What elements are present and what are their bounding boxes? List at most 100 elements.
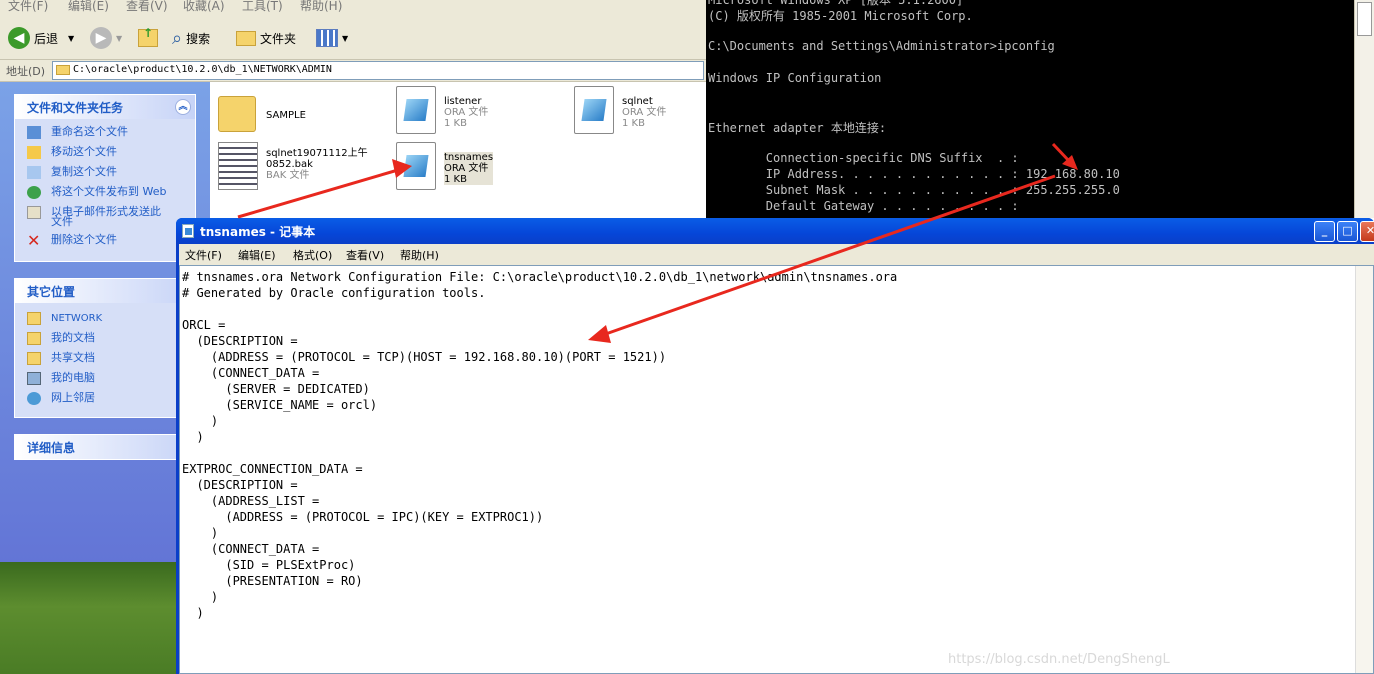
explorer-toolbar: ◀ 后退 ▼ ▶ ▼ ↑ ⌕ 搜索 文件夹 ▼ — [0, 14, 706, 60]
scrollbar-thumb[interactable] — [1357, 2, 1372, 36]
file-size: 1 KB — [444, 118, 467, 129]
place-my-computer[interactable]: 我的电脑 — [15, 369, 195, 389]
details-panel: 详细信息 — [14, 434, 196, 460]
chevron-down-icon[interactable]: ▼ — [68, 34, 74, 43]
other-places-header[interactable]: 其它位置 — [15, 279, 195, 303]
menu-edit[interactable]: 编辑(E) — [68, 0, 109, 14]
details-header[interactable]: 详细信息 — [15, 435, 195, 459]
delete-x-icon: ✕ — [27, 231, 41, 250]
place-label: NETWORK — [51, 313, 103, 324]
cmd-scrollbar[interactable] — [1354, 0, 1374, 218]
up-folder-icon: ↑ — [138, 26, 158, 47]
notepad-menubar: 文件(F) 编辑(E) 格式(O) 查看(V) 帮助(H) — [179, 244, 1374, 265]
watermark: https://blog.csdn.net/DengShengL — [948, 652, 1170, 667]
back-arrow-icon: ◀ — [8, 27, 30, 49]
place-network-places[interactable]: 网上邻居 — [15, 389, 195, 409]
task-email-cont[interactable]: 文件 — [15, 215, 195, 231]
file-name: listener — [444, 96, 482, 107]
other-places-title: 其它位置 — [27, 285, 76, 299]
cmd-line: Ethernet adapter 本地连接: — [708, 121, 887, 135]
shared-folder-icon — [27, 352, 41, 365]
folder-icon — [218, 96, 256, 132]
documents-folder-icon — [27, 332, 41, 345]
place-shared-documents[interactable]: 共享文档 — [15, 349, 195, 369]
file-name: tnsnames — [444, 152, 494, 163]
chevron-down-icon: ▼ — [342, 33, 349, 43]
cmd-line: C:\Documents and Settings\Administrator>… — [708, 39, 1055, 53]
ora-file-icon — [396, 86, 436, 134]
menu-help[interactable]: 帮助(H) — [400, 247, 439, 263]
bak-file-icon — [218, 142, 258, 190]
globe-icon — [27, 186, 41, 199]
menu-help[interactable]: 帮助(H) — [300, 0, 342, 14]
file-item-tnsnames[interactable]: tnsnames ORA 文件 1 KB — [396, 142, 496, 194]
search-icon: ⌕ — [172, 27, 183, 49]
task-label: 复制这个文件 — [51, 165, 117, 178]
address-value: C:\oracle\product\10.2.0\db_1\NETWORK\AD… — [73, 64, 332, 75]
collapse-icon[interactable]: ︽ — [175, 99, 191, 115]
task-label: 移动这个文件 — [51, 145, 117, 158]
address-input[interactable]: C:\oracle\product\10.2.0\db_1\NETWORK\AD… — [52, 61, 704, 80]
network-globe-icon — [27, 392, 41, 405]
desktop-wallpaper — [0, 562, 178, 674]
search-button[interactable]: ⌕ 搜索 — [172, 24, 210, 52]
chevron-down-icon[interactable]: ▼ — [116, 34, 122, 43]
explorer-menubar: 文件(F) 编辑(E) 查看(V) 收藏(A) 工具(T) 帮助(H) — [0, 0, 706, 14]
notepad-titlebar[interactable]: tnsnames - 记事本 _ □ ✕ — [176, 218, 1374, 244]
cmd-line: (C) 版权所有 1985-2001 Microsoft Corp. — [708, 9, 973, 23]
place-label: 网上邻居 — [51, 391, 95, 404]
task-copy[interactable]: 复制这个文件 — [15, 163, 195, 183]
place-label: 共享文档 — [51, 351, 95, 364]
file-item-sample[interactable]: SAMPLE — [218, 90, 388, 140]
notepad-content[interactable]: # tnsnames.ora Network Configuration Fil… — [182, 269, 897, 621]
maximize-button[interactable]: □ — [1337, 221, 1358, 242]
file-item-listener[interactable]: listener ORA 文件 1 KB — [396, 86, 566, 138]
file-tasks-title: 文件和文件夹任务 — [27, 101, 124, 115]
task-move[interactable]: 移动这个文件 — [15, 143, 195, 163]
back-button[interactable]: ◀ 后退 ▼ — [8, 24, 74, 52]
file-type: ORA 文件 — [444, 163, 489, 174]
views-button[interactable]: ▼ — [316, 24, 348, 52]
minimize-button[interactable]: _ — [1314, 221, 1335, 242]
file-tasks-header[interactable]: 文件和文件夹任务 ︽ — [15, 95, 195, 119]
menu-file[interactable]: 文件(F) — [8, 0, 48, 14]
notepad-editor[interactable]: # tnsnames.ora Network Configuration Fil… — [179, 265, 1374, 674]
file-item-sqlnet-bak[interactable]: sqlnet19071112上午 0852.bak BAK 文件 — [218, 142, 393, 194]
menu-format[interactable]: 格式(O) — [293, 247, 332, 263]
file-list: SAMPLE listener ORA 文件 1 KB sqlnet ORA 文件 1 … — [210, 82, 706, 222]
other-places-panel: 其它位置 NETWORK 我的文档 共享文档 我的电脑 网上邻居 — [14, 278, 196, 418]
forward-button[interactable]: ▶ ▼ — [90, 24, 122, 52]
folders-button[interactable]: 文件夹 — [236, 24, 296, 52]
task-rename[interactable]: 重命名这个文件 — [15, 123, 195, 143]
task-label: 文件 — [51, 215, 73, 228]
menu-file[interactable]: 文件(F) — [185, 247, 222, 263]
file-item-sqlnet[interactable]: sqlnet ORA 文件 1 KB — [574, 86, 704, 138]
menu-favorites[interactable]: 收藏(A) — [183, 0, 225, 14]
menu-edit[interactable]: 编辑(E) — [238, 247, 276, 263]
up-folder-button[interactable]: ↑ — [138, 24, 158, 52]
place-label: 我的电脑 — [51, 371, 95, 384]
file-name: SAMPLE — [266, 110, 306, 121]
file-name: sqlnet — [622, 96, 653, 107]
task-email[interactable]: 以电子邮件形式发送此 — [15, 203, 195, 219]
close-button[interactable]: ✕ — [1360, 221, 1374, 242]
task-publish[interactable]: 将这个文件发布到 Web — [15, 183, 195, 203]
notepad-scrollbar[interactable] — [1355, 266, 1373, 673]
place-label: 我的文档 — [51, 331, 95, 344]
place-my-documents[interactable]: 我的文档 — [15, 329, 195, 349]
file-size: 1 KB — [444, 174, 467, 185]
ora-file-icon — [396, 142, 436, 190]
place-network[interactable]: NETWORK — [15, 309, 195, 329]
task-label: 将这个文件发布到 Web — [51, 185, 167, 198]
file-tasks-panel: 文件和文件夹任务 ︽ 重命名这个文件 移动这个文件 复制这个文件 将这个文件发布… — [14, 94, 196, 262]
file-size: 1 KB — [622, 118, 645, 129]
task-delete[interactable]: ✕ 删除这个文件 — [15, 231, 195, 251]
menu-tools[interactable]: 工具(T) — [242, 0, 283, 14]
cmd-line: Subnet Mask . . . . . . . . . . . : 255.… — [708, 183, 1120, 197]
menu-view[interactable]: 查看(V) — [346, 247, 384, 263]
cmd-line: Default Gateway . . . . . . . . . : — [708, 199, 1019, 213]
cmd-window: Microsoft Windows XP [版本 5.1.2600] (C) 版… — [706, 0, 1374, 218]
menu-view[interactable]: 查看(V) — [126, 0, 168, 14]
move-icon — [27, 146, 41, 159]
folder-icon — [27, 312, 41, 325]
